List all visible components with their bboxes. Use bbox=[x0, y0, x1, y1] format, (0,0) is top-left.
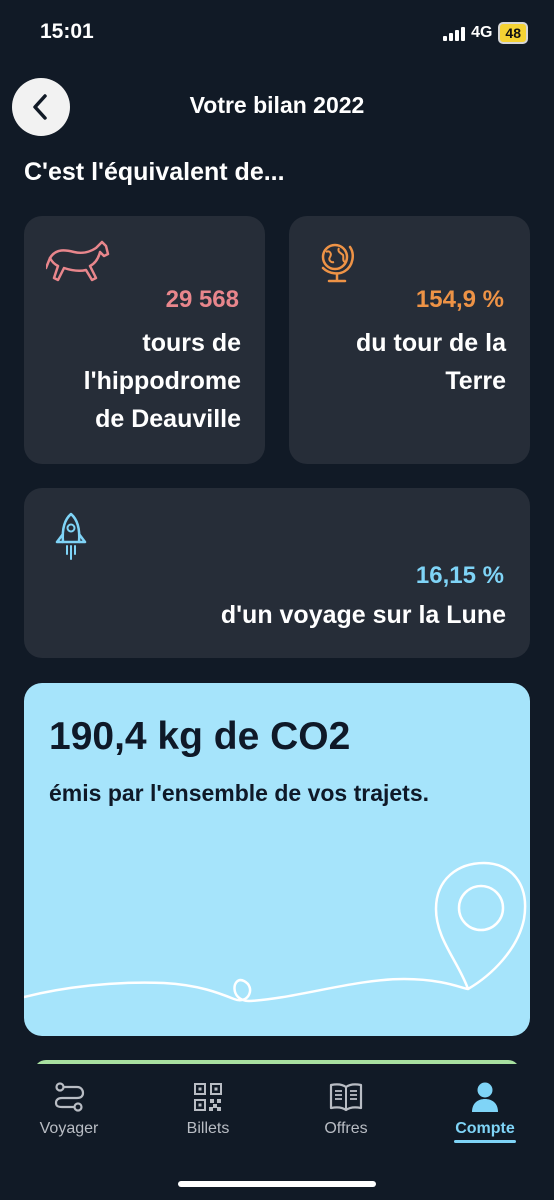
nav-item-voyager[interactable]: Voyager bbox=[14, 1080, 124, 1138]
battery-icon: 48 bbox=[498, 22, 528, 44]
hippodrome-text-line-3: de Deauville bbox=[95, 405, 241, 433]
nav-label-billets: Billets bbox=[186, 1120, 230, 1137]
page-title: Votre bilan 2022 bbox=[189, 92, 365, 118]
earth-value: 154,9 % bbox=[415, 286, 504, 313]
book-icon bbox=[329, 1080, 363, 1114]
home-indicator[interactable] bbox=[178, 1181, 376, 1187]
user-icon bbox=[468, 1080, 502, 1114]
earth-text-line-2: Terre bbox=[445, 367, 506, 395]
bottom-nav: Voyager Billets Offres Compte bbox=[0, 1064, 554, 1200]
hippodrome-text: tours de l'hippodrome de Deauville bbox=[84, 324, 241, 438]
horse-icon bbox=[46, 240, 110, 282]
section-heading: C'est l'équivalent de... bbox=[24, 158, 285, 186]
route-icon bbox=[52, 1080, 86, 1114]
nav-label-voyager: Voyager bbox=[39, 1120, 99, 1137]
nav-item-compte[interactable]: Compte bbox=[430, 1080, 540, 1143]
equivalent-card-moon: 16,15 % d'un voyage sur la Lune bbox=[24, 488, 530, 658]
co2-amount: 190,4 kg de CO2 bbox=[49, 715, 351, 758]
hippodrome-value: 29 568 bbox=[165, 286, 239, 313]
status-indicators: 4G 48 bbox=[443, 22, 528, 44]
status-time: 15:01 bbox=[40, 20, 94, 43]
co2-card: 190,4 kg de CO2 émis par l'ensemble de v… bbox=[24, 683, 530, 1036]
earth-text: du tour de la Terre bbox=[356, 324, 506, 400]
rocket-icon bbox=[55, 512, 87, 560]
hippodrome-text-line-2: l'hippodrome bbox=[83, 367, 241, 395]
equivalent-card-hippodrome: 29 568 tours de l'hippodrome de Deauvill… bbox=[24, 216, 265, 464]
status-bar: 15:01 4G 48 bbox=[0, 0, 554, 70]
signal-icon bbox=[443, 25, 466, 41]
network-type: 4G bbox=[471, 24, 493, 41]
co2-description: émis par l'ensemble de vos trajets. bbox=[49, 780, 430, 806]
nav-item-billets[interactable]: Billets bbox=[153, 1080, 263, 1138]
moon-value: 16,15 % bbox=[415, 562, 504, 589]
moon-text: d'un voyage sur la Lune bbox=[221, 596, 506, 634]
moon-text-line-1: d'un voyage sur la Lune bbox=[220, 601, 506, 629]
nav-label-offres: Offres bbox=[324, 1120, 368, 1137]
hippodrome-text-line-1: tours de bbox=[142, 329, 241, 357]
active-tab-indicator bbox=[454, 1140, 516, 1143]
earth-text-line-1: du tour de la bbox=[356, 329, 506, 357]
nav-item-offres[interactable]: Offres bbox=[291, 1080, 401, 1138]
globe-icon bbox=[321, 243, 354, 283]
equivalent-card-earth: 154,9 % du tour de la Terre bbox=[289, 216, 530, 464]
nav-label-compte: Compte bbox=[455, 1120, 515, 1137]
qr-code-icon bbox=[191, 1080, 225, 1114]
